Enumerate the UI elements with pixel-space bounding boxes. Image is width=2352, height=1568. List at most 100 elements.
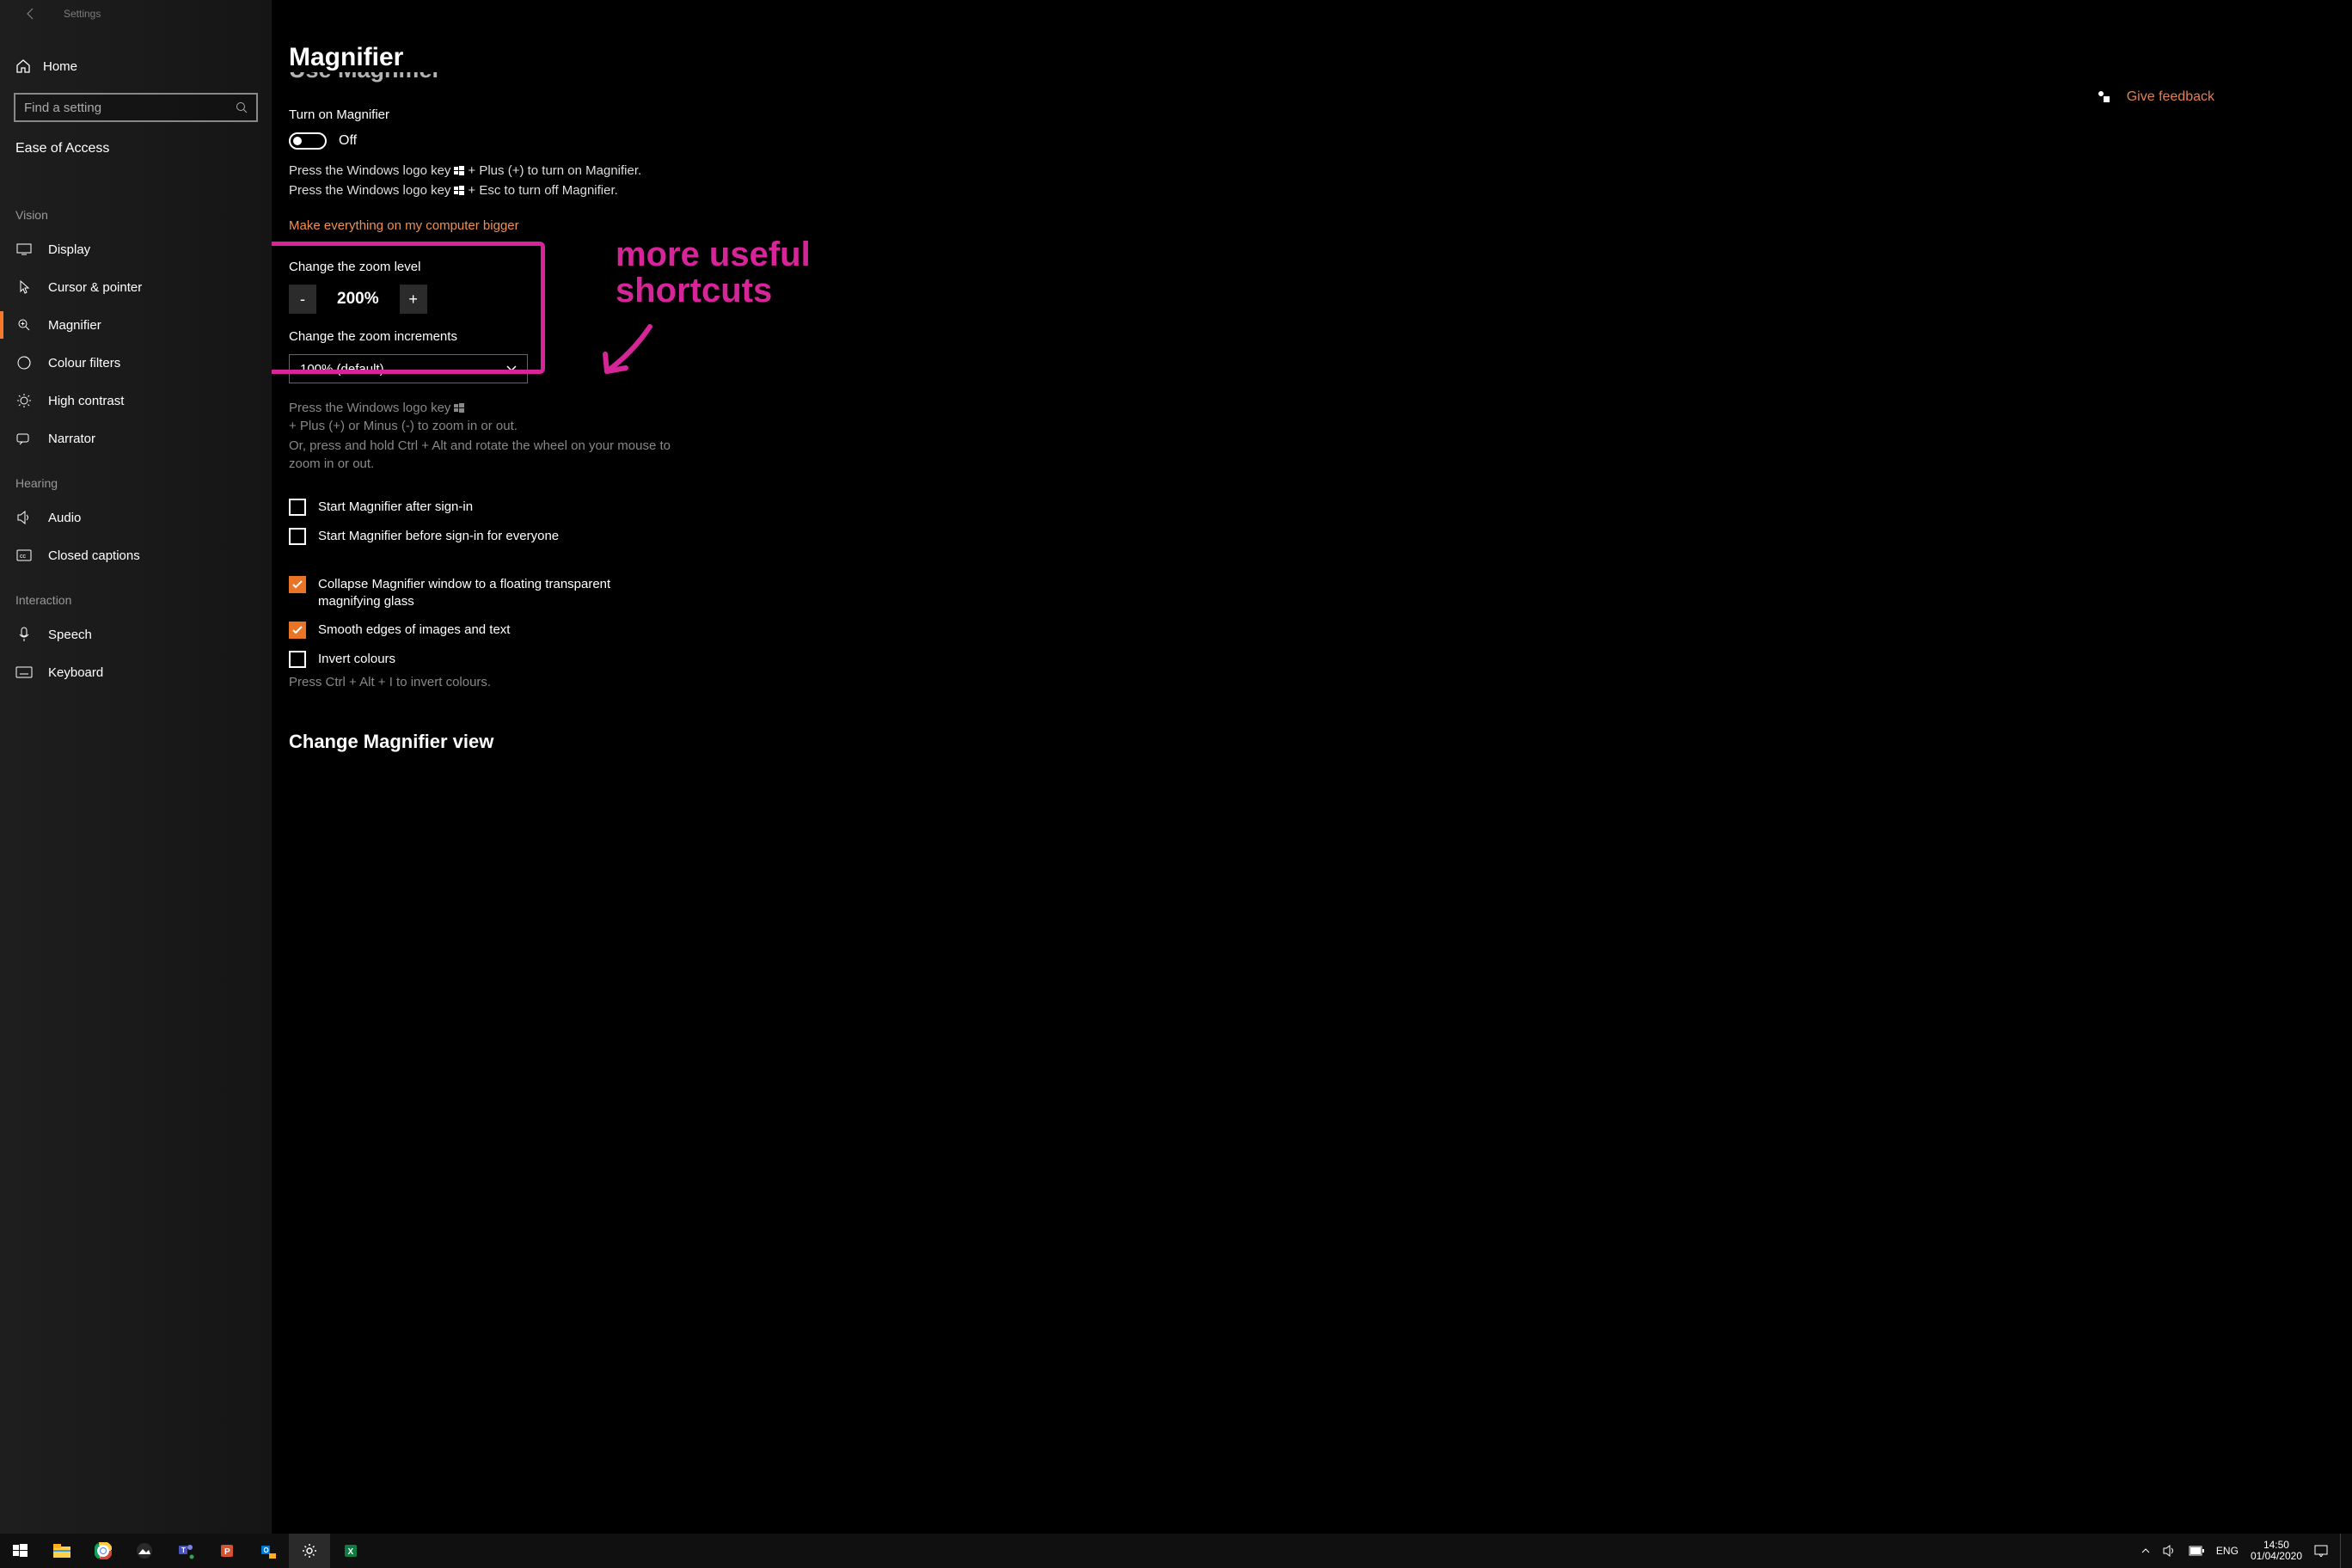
- start-button[interactable]: [0, 1534, 41, 1568]
- zoom-minus-button[interactable]: -: [289, 285, 316, 314]
- tray-battery-icon[interactable]: [2189, 1546, 2204, 1556]
- sidebar-item-label: Closed captions: [48, 548, 140, 563]
- svg-text:T: T: [181, 1547, 186, 1554]
- home-icon: [15, 58, 31, 74]
- hint-wheel: Or, press and hold Ctrl + Alt and rotate…: [289, 437, 684, 473]
- zoom-value: 200%: [322, 285, 395, 314]
- turn-on-label: Turn on Magnifier: [289, 107, 2309, 122]
- sidebar-item-audio[interactable]: Audio: [0, 499, 272, 536]
- group-vision: Vision: [0, 205, 272, 225]
- toggle-state: Off: [339, 133, 357, 149]
- magnifier-toggle[interactable]: [289, 132, 327, 150]
- home-button[interactable]: Home: [0, 46, 272, 86]
- dropdown-value: 100% (default): [300, 362, 384, 377]
- feedback-label: Give feedback: [2127, 89, 2214, 105]
- zoom-plus-button[interactable]: +: [400, 285, 427, 314]
- change-view-heading: Change Magnifier view: [289, 731, 2309, 753]
- search-icon: [236, 101, 248, 113]
- svg-text:X: X: [348, 1547, 354, 1557]
- task-powerpoint[interactable]: P: [206, 1534, 248, 1568]
- task-outlook[interactable]: O: [248, 1534, 289, 1568]
- invert-hint: Press Ctrl + Alt + I to invert colours.: [289, 673, 684, 691]
- chevron-down-icon: [506, 365, 517, 372]
- windows-key-icon: [454, 186, 464, 196]
- search-input[interactable]: Find a setting: [14, 93, 258, 122]
- taskbar: T P O X ENG 14:50 01/04/2020: [0, 1534, 2352, 1568]
- page-title: Magnifier: [289, 43, 2309, 72]
- sidebar-item-label: Narrator: [48, 432, 95, 446]
- check-label: Start Magnifier before sign-in for every…: [318, 528, 559, 545]
- tray-clock[interactable]: 14:50 01/04/2020: [2251, 1540, 2302, 1562]
- zoom-incr-label: Change the zoom increments: [289, 329, 2309, 344]
- svg-text:O: O: [264, 1547, 269, 1554]
- task-chrome[interactable]: [83, 1534, 124, 1568]
- main-content: Give feedback Magnifier Use Magnifier Tu…: [272, 0, 2352, 1534]
- sidebar-item-label: High contrast: [48, 394, 124, 408]
- sidebar-item-keyboard[interactable]: Keyboard: [0, 653, 272, 691]
- narrator-icon: [15, 430, 33, 447]
- annotation-arrow: [590, 318, 667, 387]
- audio-icon: [15, 509, 33, 526]
- sidebar: Home Find a setting Ease of Access Visio…: [0, 0, 272, 1534]
- keyboard-icon: [15, 664, 33, 681]
- group-hearing: Hearing: [0, 473, 272, 493]
- magnifier-icon: [15, 316, 33, 334]
- check-label: Smooth edges of images and text: [318, 622, 510, 639]
- checkbox-before-signin[interactable]: [289, 528, 306, 545]
- svg-text:cc: cc: [20, 554, 27, 560]
- search-placeholder: Find a setting: [24, 101, 101, 115]
- sidebar-item-label: Colour filters: [48, 356, 120, 371]
- task-excel[interactable]: X: [330, 1534, 371, 1568]
- group-interaction: Interaction: [0, 590, 272, 610]
- sidebar-item-closed-captions[interactable]: cc Closed captions: [0, 536, 272, 574]
- closed-captions-icon: cc: [15, 547, 33, 564]
- home-label: Home: [43, 59, 77, 74]
- sidebar-item-label: Speech: [48, 628, 92, 642]
- high-contrast-icon: [15, 392, 33, 409]
- task-settings[interactable]: [289, 1534, 330, 1568]
- checkbox-smooth[interactable]: [289, 622, 306, 639]
- tray-volume-icon[interactable]: [2163, 1545, 2177, 1557]
- sidebar-item-label: Magnifier: [48, 318, 101, 333]
- sidebar-item-label: Display: [48, 242, 90, 257]
- windows-key-icon: [454, 166, 464, 176]
- task-teams[interactable]: T: [165, 1534, 206, 1568]
- sidebar-item-colour-filters[interactable]: Colour filters: [0, 344, 272, 382]
- task-photos[interactable]: [124, 1534, 165, 1568]
- give-feedback-link[interactable]: Give feedback: [2096, 89, 2214, 105]
- sidebar-item-high-contrast[interactable]: High contrast: [0, 382, 272, 420]
- check-label: Collapse Magnifier window to a floating …: [318, 576, 667, 609]
- feedback-icon: [2096, 89, 2111, 105]
- svg-text:P: P: [224, 1547, 230, 1557]
- sidebar-item-speech[interactable]: Speech: [0, 616, 272, 653]
- display-icon: [15, 241, 33, 258]
- windows-key-icon: [454, 403, 464, 413]
- section-title: Ease of Access: [0, 134, 272, 163]
- hint-turn-off: Press the Windows logo key + Esc to turn…: [289, 181, 684, 199]
- zoom-increments-dropdown[interactable]: 100% (default): [289, 354, 528, 383]
- tray-chevron-icon[interactable]: [2141, 1546, 2151, 1556]
- cursor-icon: [15, 279, 33, 296]
- tray-language[interactable]: ENG: [2216, 1545, 2239, 1557]
- sidebar-item-label: Keyboard: [48, 665, 103, 680]
- checkbox-collapse[interactable]: [289, 576, 306, 593]
- sidebar-item-cursor[interactable]: Cursor & pointer: [0, 268, 272, 306]
- show-desktop-button[interactable]: [2340, 1534, 2345, 1568]
- tray-notifications-icon[interactable]: [2314, 1545, 2328, 1557]
- colour-filters-icon: [15, 354, 33, 371]
- speech-icon: [15, 626, 33, 643]
- sidebar-item-label: Cursor & pointer: [48, 280, 142, 295]
- zoom-level-label: Change the zoom level: [289, 260, 2309, 274]
- sidebar-item-narrator[interactable]: Narrator: [0, 420, 272, 457]
- sidebar-item-label: Audio: [48, 511, 81, 525]
- task-file-explorer[interactable]: [41, 1534, 83, 1568]
- hint-turn-on: Press the Windows logo key + Plus (+) to…: [289, 162, 684, 180]
- check-label: Start Magnifier after sign-in: [318, 499, 473, 516]
- check-label: Invert colours: [318, 651, 395, 668]
- make-bigger-link[interactable]: Make everything on my computer bigger: [289, 218, 519, 233]
- sidebar-item-display[interactable]: Display: [0, 230, 272, 268]
- sidebar-item-magnifier[interactable]: Magnifier: [0, 306, 272, 344]
- checkbox-after-signin[interactable]: [289, 499, 306, 516]
- hint-zoom-keys: Press the Windows logo key + Plus (+) or…: [289, 399, 684, 435]
- checkbox-invert[interactable]: [289, 651, 306, 668]
